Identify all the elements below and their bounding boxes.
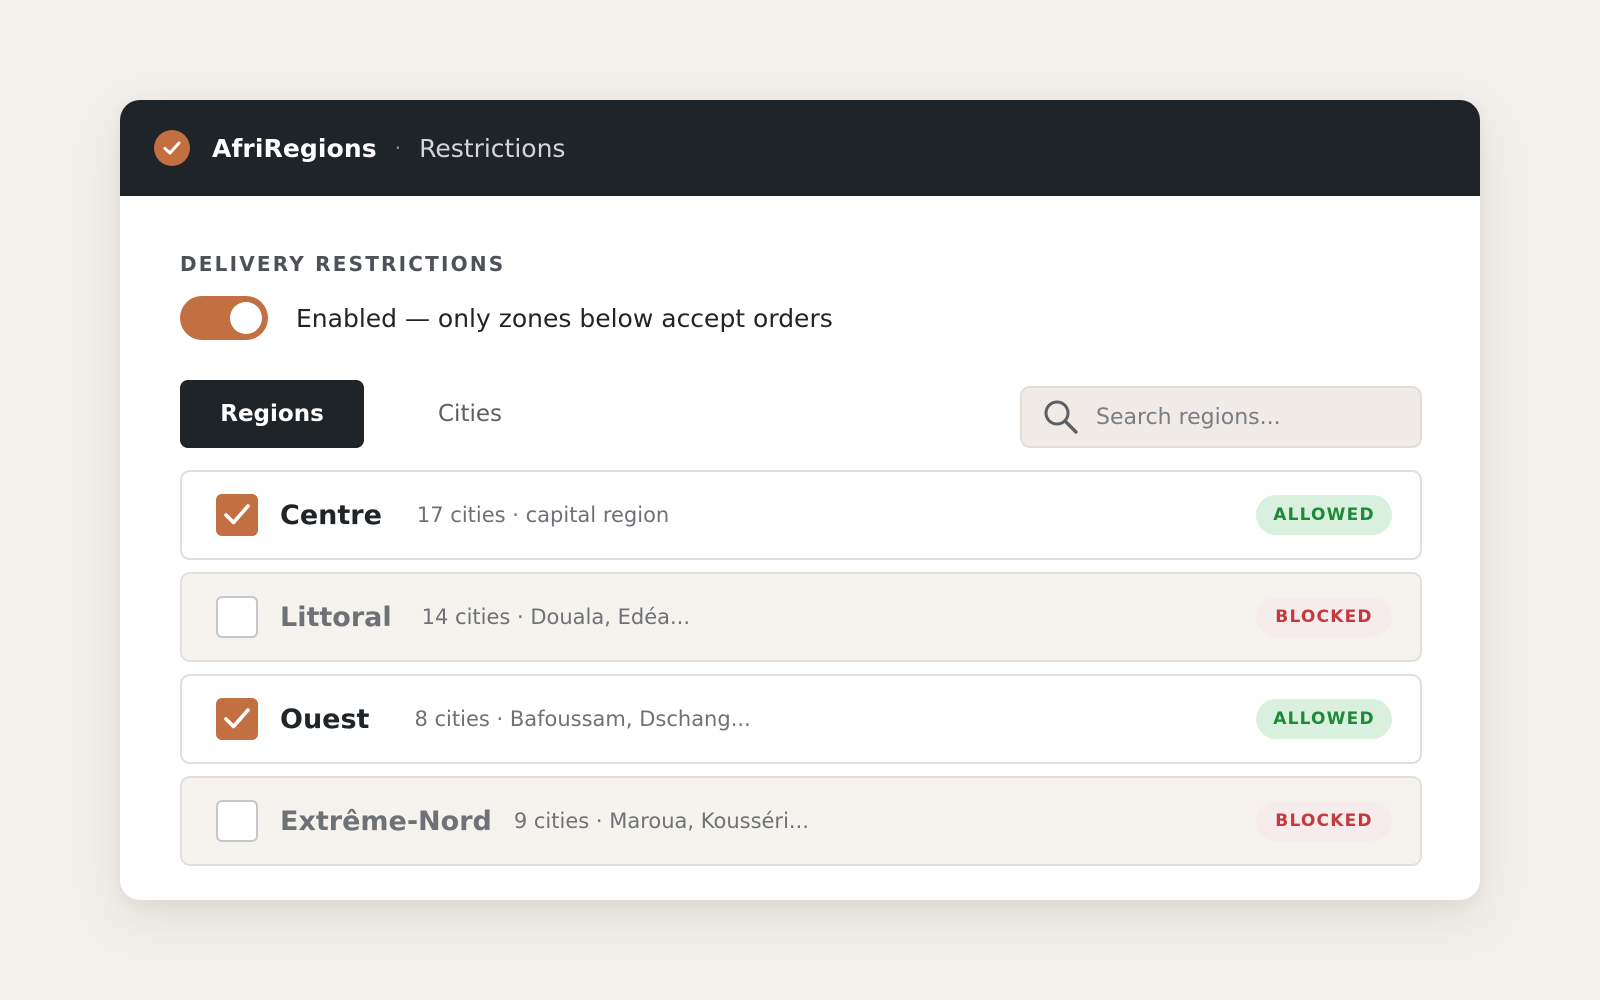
region-detail: 8 cities · Bafoussam, Dschang... <box>414 707 751 731</box>
region-row-ouest[interactable]: Ouest 8 cities · Bafoussam, Dschang... A… <box>180 674 1422 764</box>
restrictions-card: AfriRegions · Restrictions DELIVERY REST… <box>120 100 1480 900</box>
status-badge: ALLOWED <box>1256 699 1392 739</box>
status-badge: BLOCKED <box>1256 801 1392 841</box>
region-name: Extrême-Nord <box>280 805 492 837</box>
search-box <box>1020 386 1422 448</box>
region-checkbox[interactable] <box>216 494 258 536</box>
region-row-centre[interactable]: Centre 17 cities · capital region ALLOWE… <box>180 470 1422 560</box>
region-detail: 17 cities · capital region <box>416 503 670 527</box>
region-checkbox[interactable] <box>216 698 258 740</box>
section-title: DELIVERY RESTRICTIONS <box>180 252 506 276</box>
region-name: Littoral <box>280 601 392 633</box>
search-input[interactable] <box>1094 403 1398 431</box>
restrictions-toggle-row: Enabled — only zones below accept orders <box>180 296 833 340</box>
region-name: Centre <box>280 499 382 531</box>
breadcrumb-separator: · <box>394 136 402 160</box>
region-row-extreme-nord[interactable]: Extrême-Nord 9 cities · Maroua, Kousséri… <box>180 776 1422 866</box>
toggle-knob <box>230 302 262 334</box>
region-name: Ouest <box>280 703 370 735</box>
checkmark-icon <box>224 708 250 729</box>
tab-cities[interactable]: Cities <box>400 380 540 448</box>
breadcrumb-current[interactable]: Restrictions <box>419 134 565 163</box>
restrictions-toggle[interactable] <box>180 296 268 340</box>
tab-regions[interactable]: Regions <box>180 380 364 448</box>
check-circle-icon <box>154 130 190 166</box>
app-title: AfriRegions <box>212 133 377 163</box>
region-detail: 9 cities · Maroua, Kousséri... <box>513 809 809 833</box>
region-checkbox[interactable] <box>216 800 258 842</box>
status-badge: ALLOWED <box>1256 495 1392 535</box>
toggle-label: Enabled — only zones below accept orders <box>296 303 833 333</box>
region-checkbox[interactable] <box>216 596 258 638</box>
status-badge: BLOCKED <box>1256 597 1392 637</box>
region-detail: 14 cities · Douala, Edéa... <box>421 605 691 629</box>
search-icon <box>1042 398 1080 436</box>
checkmark-icon <box>224 504 250 525</box>
region-row-littoral[interactable]: Littoral 14 cities · Douala, Edéa... BLO… <box>180 572 1422 662</box>
app-header: AfriRegions · Restrictions <box>120 100 1480 196</box>
